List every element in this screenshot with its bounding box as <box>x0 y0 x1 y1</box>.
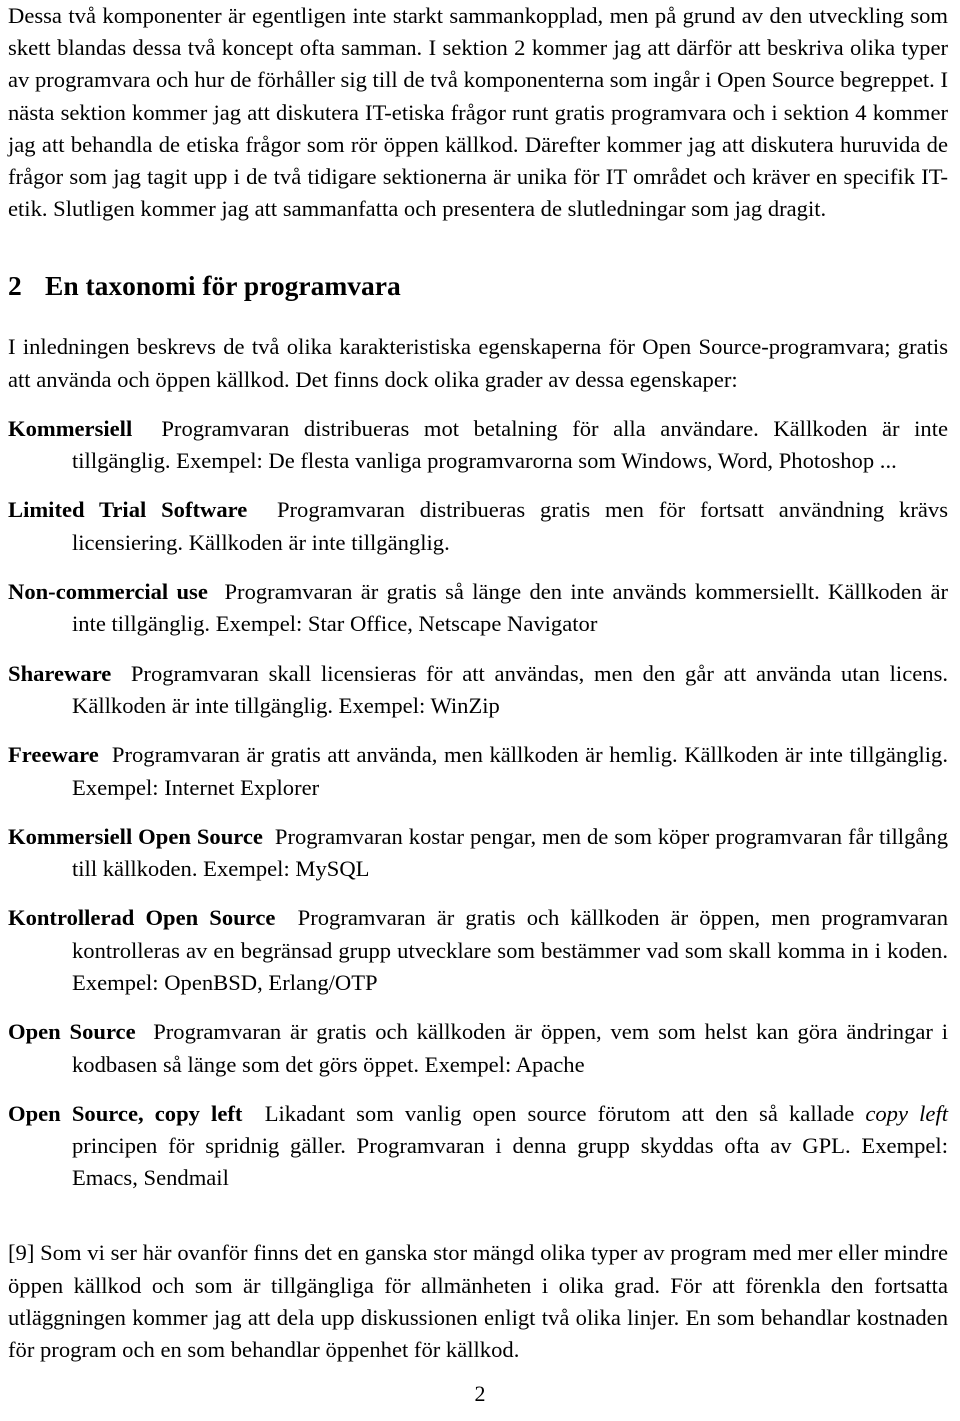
taxonomy-term: Kommersiell <box>8 415 133 441</box>
taxonomy-entry: Freeware Programvaran är gratis att använ… <box>8 739 948 804</box>
taxonomy-entry: Kommersiell Open Source Programvaran kost… <box>8 821 948 886</box>
spacer-before-taxonomy <box>8 396 948 413</box>
spacer-taxonomy <box>8 477 948 494</box>
document-page: Dessa två komponenter är egentligen inte… <box>0 0 960 1421</box>
page-number: 2 <box>474 1381 486 1406</box>
section-number: 2 <box>8 270 22 302</box>
intro-paragraph: Dessa två komponenter är egentligen inte… <box>8 3 948 222</box>
spacer-taxonomy <box>8 722 948 739</box>
taxonomy-entry: Kontrollerad Open Source Programvaran är … <box>8 902 948 999</box>
taxonomy-description: Programvaran distribueras mot betalning … <box>72 415 948 474</box>
taxonomy-definition-list: Kommersiell Programvaran distribueras mot… <box>8 413 948 1195</box>
spacer-taxonomy <box>8 559 948 576</box>
taxonomy-description: Programvaran är gratis att använda, men … <box>72 742 948 800</box>
spacer-after-section <box>8 303 948 331</box>
spacer-before-section <box>8 225 948 269</box>
text-column: Dessa två komponenter är egentligen inte… <box>8 0 948 1367</box>
taxonomy-term: Shareware <box>8 660 112 686</box>
section-intro-paragraph: I inledningen beskrevs de två olika kara… <box>8 334 948 392</box>
taxonomy-entry: Open Source, copy left Likadant som vanli… <box>8 1098 948 1195</box>
taxonomy-description-pre: Likadant som vanlig open source förutom … <box>264 1100 866 1126</box>
taxonomy-term: Non-commercial use <box>8 579 208 605</box>
spacer-taxonomy <box>8 804 948 821</box>
taxonomy-italic-phrase: copy left <box>865 1100 948 1126</box>
taxonomy-term: Kommersiell Open Source <box>8 823 263 849</box>
taxonomy-description: Programvaran skall licensieras för att a… <box>72 660 949 718</box>
taxonomy-entry: Open Source Programvaran är gratis och kä… <box>8 1016 948 1081</box>
taxonomy-entry: Limited Trial Software Programvaran distr… <box>8 494 948 559</box>
spacer-taxonomy <box>8 885 948 902</box>
section-heading: 2 En taxonomi för programvara <box>8 269 948 303</box>
section-title: En taxonomi för programvara <box>45 270 401 302</box>
taxonomy-description-post: principen för spridnig gäller. Programva… <box>72 1133 948 1191</box>
taxonomy-term: Open Source <box>8 1019 136 1045</box>
taxonomy-entry: Kommersiell Programvaran distribueras mot… <box>8 413 948 478</box>
taxonomy-entry: Shareware Programvaran skall licensieras … <box>8 658 948 723</box>
spacer-taxonomy <box>8 999 948 1016</box>
spacer-taxonomy <box>8 1081 948 1098</box>
final-paragraph: [9] Som vi ser här ovanför finns det en … <box>8 1240 948 1363</box>
taxonomy-term: Kontrollerad Open Source <box>8 905 276 931</box>
taxonomy-entry: Non-commercial use Programvaran är gratis… <box>8 576 948 641</box>
taxonomy-description: Programvaran är gratis och källkoden är … <box>72 1019 948 1077</box>
spacer-taxonomy <box>8 641 948 658</box>
taxonomy-term: Limited Trial Software <box>8 497 248 523</box>
taxonomy-term: Freeware <box>8 742 99 768</box>
taxonomy-term: Open Source, copy left <box>8 1100 243 1126</box>
spacer-before-final <box>8 1195 948 1215</box>
